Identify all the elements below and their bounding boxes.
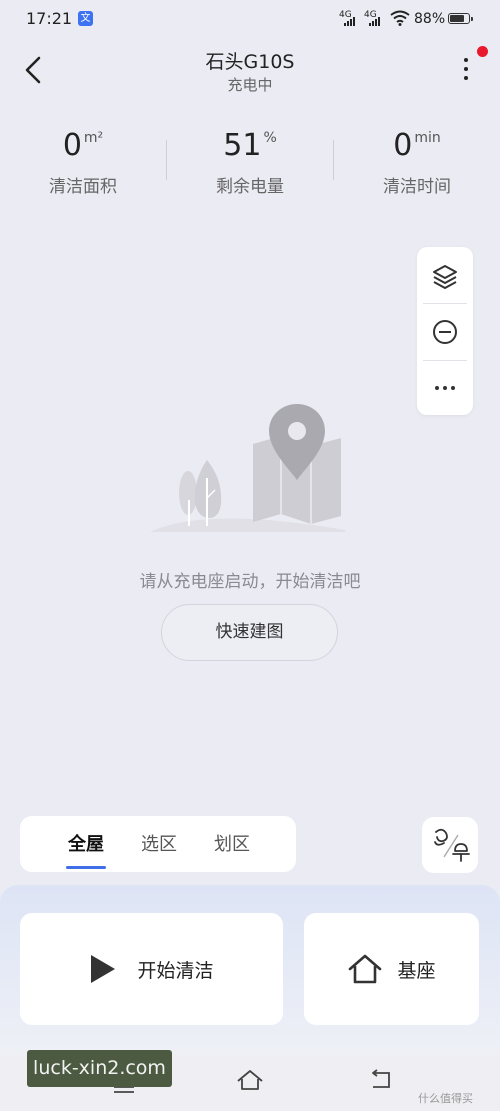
wifi-icon xyxy=(390,10,410,26)
dock-label: 基座 xyxy=(397,959,436,982)
stat-label: 清洁时间 xyxy=(383,177,451,197)
nav-home-button[interactable] xyxy=(236,1068,264,1092)
corner-watermark: 什么值得买 xyxy=(418,1092,473,1105)
status-time: 17:21 xyxy=(26,9,73,28)
stat-battery: 51% 剩余电量 xyxy=(167,127,333,197)
device-status: 充电中 xyxy=(227,76,273,94)
vacuum-mop-mode-icon xyxy=(434,828,470,862)
battery-icon xyxy=(448,13,473,24)
tab-select-room[interactable]: 选区 xyxy=(131,816,187,872)
map-tools-panel xyxy=(417,247,473,415)
app-notification-icon: 文 xyxy=(78,11,93,26)
play-icon xyxy=(91,955,116,983)
stat-label: 剩余电量 xyxy=(216,177,284,197)
mode-tabs: 全屋 选区 划区 xyxy=(20,816,296,872)
page-title: 石头G10S xyxy=(205,51,295,73)
zoom-out-button[interactable] xyxy=(417,304,473,360)
empty-state-message: 请从充电座启动，开始清洁吧 xyxy=(139,572,361,592)
start-clean-label: 开始清洁 xyxy=(137,959,214,982)
stat-value: 51% xyxy=(223,128,277,163)
nav-back-button[interactable] xyxy=(369,1068,395,1090)
stat-clean-time: 0 min 清洁时间 xyxy=(334,127,500,197)
stat-label: 清洁面积 xyxy=(49,177,117,197)
home-icon xyxy=(349,954,382,984)
start-clean-button[interactable]: 开始清洁 xyxy=(20,913,283,1025)
stat-value: 0 min xyxy=(393,128,441,163)
dock-button[interactable]: 基座 xyxy=(304,913,479,1025)
tab-draw-zone[interactable]: 划区 xyxy=(204,816,260,872)
signal-icon-2 xyxy=(369,16,380,26)
minus-circle-icon xyxy=(433,320,457,344)
more-horizontal-icon xyxy=(435,386,455,390)
active-tab-indicator xyxy=(66,866,106,869)
battery-percent: 88% xyxy=(414,11,446,27)
signal-icon xyxy=(344,16,355,26)
stat-value: 0 m² xyxy=(62,128,104,163)
stat-unit: min xyxy=(414,130,441,146)
watermark-label: luck-xin2.com xyxy=(27,1050,172,1087)
layers-button[interactable] xyxy=(417,249,473,305)
notification-dot xyxy=(477,46,488,57)
return-icon xyxy=(372,1069,390,1088)
stat-unit: % xyxy=(263,130,277,146)
stat-unit: m² xyxy=(83,130,104,146)
tab-whole-house[interactable]: 全屋 xyxy=(58,816,114,872)
more-options-button[interactable] xyxy=(455,54,477,84)
stat-clean-area: 0 m² 清洁面积 xyxy=(0,127,166,197)
quick-map-button[interactable]: 快速建图 xyxy=(161,604,338,661)
home-outline-icon xyxy=(237,1070,263,1090)
mop-vacuum-mode-button[interactable] xyxy=(422,817,478,873)
map-more-button[interactable] xyxy=(417,360,473,416)
layers-icon xyxy=(433,265,457,289)
empty-map-illustration xyxy=(150,404,345,532)
